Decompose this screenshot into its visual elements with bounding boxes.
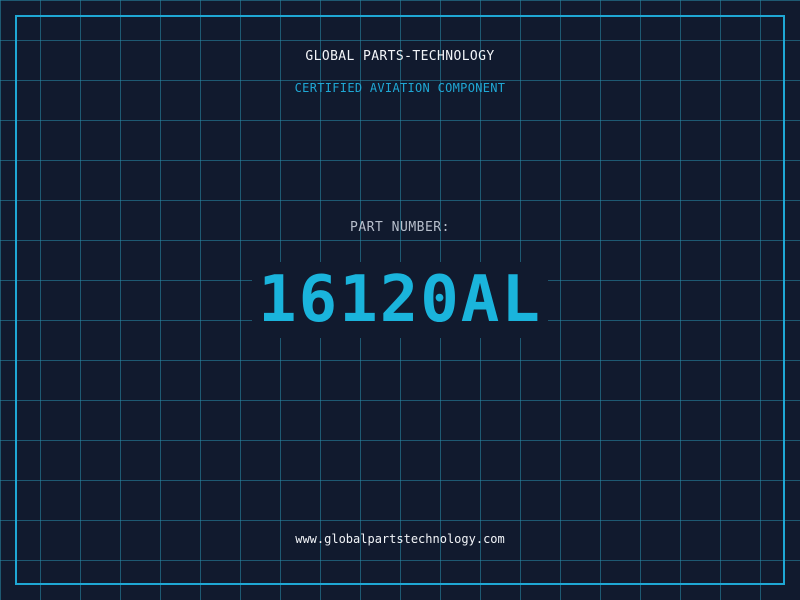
brand-name: GLOBAL PARTS-TECHNOLOGY [305,49,495,64]
tagline: CERTIFIED AVIATION COMPONENT [294,81,506,95]
certificate-card: GLOBAL PARTS-TECHNOLOGY CERTIFIED AVIATI… [0,0,800,600]
part-number-container: 16120AL [0,262,800,338]
part-number-label: PART NUMBER: [350,220,450,235]
website-url: www.globalpartstechnology.com [295,532,505,546]
part-number-value: 16120AL [252,262,548,338]
